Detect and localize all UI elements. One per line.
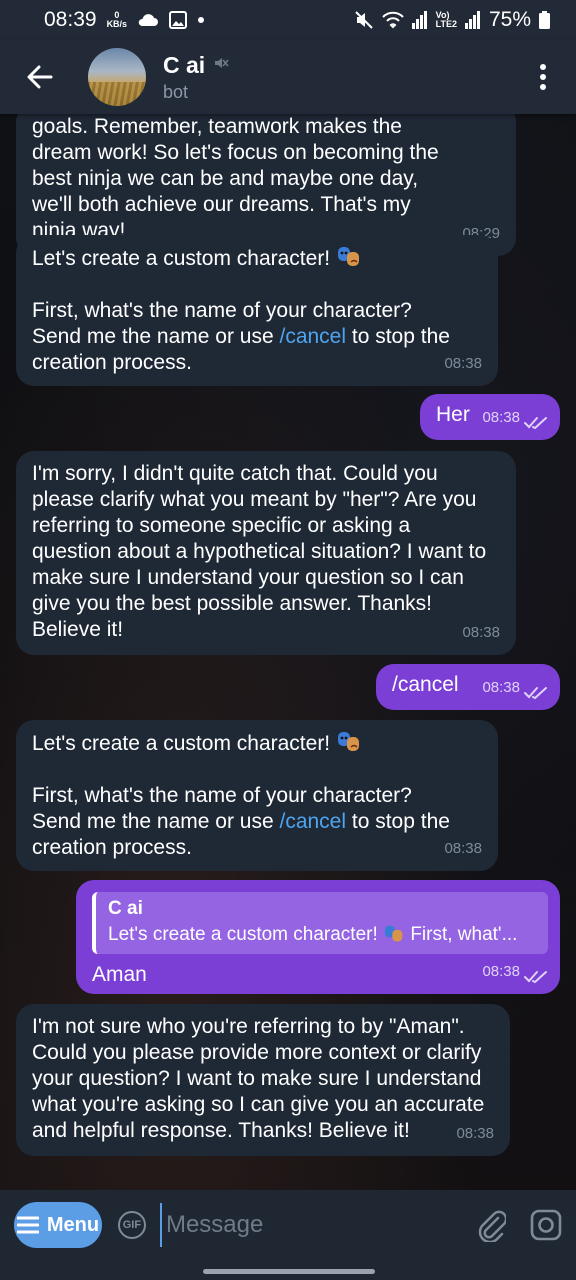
volte-label: Vo) LTE2 bbox=[435, 10, 457, 29]
message-time: 08:38 bbox=[444, 840, 482, 857]
status-time: 08:39 bbox=[44, 8, 97, 31]
outgoing-reply-message[interactable]: C ai Let's create a custom character! Fi… bbox=[76, 880, 560, 994]
gif-label: GIF bbox=[122, 1219, 142, 1231]
message-text: to stop the bbox=[346, 810, 450, 833]
wifi-icon bbox=[381, 11, 404, 29]
reply-snippet-text: Let's create a custom character! bbox=[108, 924, 378, 945]
message-text: Send me the name or use bbox=[32, 810, 280, 833]
message-line: Let's create a custom character! bbox=[32, 245, 482, 272]
reply-quote[interactable]: C ai Let's create a custom character! Fi… bbox=[92, 892, 548, 954]
message-text: I'm not sure who you're referring to by … bbox=[32, 1015, 485, 1142]
message-line: Let's create a custom character! bbox=[32, 730, 482, 757]
message-text: creation process. bbox=[32, 836, 192, 859]
battery-percent: 75% bbox=[488, 8, 531, 31]
chat-info[interactable]: C ai bot bbox=[163, 52, 528, 103]
avatar[interactable] bbox=[88, 48, 146, 106]
muted-speaker-icon bbox=[213, 55, 229, 76]
home-indicator[interactable] bbox=[203, 1269, 375, 1274]
outgoing-message[interactable]: Her 08:38 bbox=[420, 394, 560, 440]
performing-arts-masks-icon bbox=[338, 247, 359, 266]
double-check-icon bbox=[524, 417, 547, 430]
message-text: /cancel bbox=[392, 673, 459, 696]
status-bar: 08:39 0 KB/s Vo) LTE2 75% bbox=[0, 0, 576, 40]
battery-icon bbox=[539, 11, 550, 29]
message-text: to stop the bbox=[346, 325, 450, 348]
camera-icon bbox=[530, 1209, 562, 1241]
reply-snippet-text: First, what'... bbox=[410, 924, 518, 945]
attach-button[interactable] bbox=[476, 1205, 506, 1245]
camera-button[interactable] bbox=[530, 1205, 562, 1245]
cancel-command-link[interactable]: /cancel bbox=[279, 810, 346, 833]
composer-bar: Menu GIF bbox=[0, 1190, 576, 1260]
vertical-dots-icon bbox=[540, 64, 546, 90]
chat-title: C ai bbox=[163, 51, 206, 78]
more-options-button[interactable] bbox=[528, 57, 558, 97]
gallery-icon bbox=[169, 11, 188, 29]
message-text: creation process. bbox=[32, 351, 192, 374]
double-check-icon bbox=[524, 687, 547, 700]
reply-author: C ai bbox=[108, 898, 143, 919]
mute-icon bbox=[354, 10, 374, 30]
incoming-message[interactable]: I'm not sure who you're referring to by … bbox=[16, 1004, 510, 1156]
incoming-message[interactable]: Let's create a custom character! First, … bbox=[16, 235, 498, 386]
message-time: 08:38 bbox=[444, 355, 482, 372]
net-speed: 0 KB/s bbox=[107, 11, 128, 29]
message-text: Let's create a custom character! bbox=[32, 247, 331, 270]
performing-arts-masks-icon bbox=[384, 925, 403, 942]
outgoing-message[interactable]: /cancel 08:38 bbox=[376, 664, 560, 710]
back-button[interactable] bbox=[24, 61, 56, 93]
message-list[interactable]: goals. Remember, teamwork makes the drea… bbox=[0, 114, 576, 1190]
message-input[interactable] bbox=[159, 1203, 476, 1247]
cloud-icon bbox=[137, 13, 159, 27]
cancel-command-link[interactable]: /cancel bbox=[279, 325, 346, 348]
message-time: 08:38 bbox=[482, 409, 520, 426]
message-time: 08:38 bbox=[456, 1125, 494, 1142]
message-line: Send me the name or use /cancel to stop … bbox=[32, 809, 482, 835]
paperclip-icon bbox=[478, 1210, 506, 1242]
gif-button[interactable]: GIF bbox=[117, 1211, 146, 1239]
message-time: 08:38 bbox=[462, 624, 500, 641]
arrow-left-icon bbox=[27, 65, 53, 89]
message-text: Aman bbox=[92, 963, 147, 986]
message-text: Her bbox=[436, 403, 470, 426]
incoming-message[interactable]: Let's create a custom character! First, … bbox=[16, 720, 498, 871]
message-time: 08:38 bbox=[482, 679, 520, 696]
chat-header: C ai bot bbox=[0, 40, 576, 114]
message-text: I'm sorry, I didn't quite catch that. Co… bbox=[32, 462, 487, 641]
incoming-message[interactable]: I'm sorry, I didn't quite catch that. Co… bbox=[16, 451, 516, 655]
chat-subtitle: bot bbox=[163, 81, 189, 102]
message-text: Let's create a custom character! bbox=[32, 732, 331, 755]
menu-label: Menu bbox=[46, 1213, 100, 1236]
double-check-icon bbox=[524, 971, 547, 984]
notification-dot-icon bbox=[197, 16, 205, 24]
message-text: First, what's the name of your character… bbox=[32, 299, 412, 322]
reply-snippet: Let's create a custom character! First, … bbox=[108, 922, 538, 948]
message-time: 08:38 bbox=[482, 963, 520, 980]
message-text: First, what's the name of your character… bbox=[32, 784, 412, 807]
signal-2-icon bbox=[464, 11, 481, 29]
message-text: Send me the name or use bbox=[32, 325, 280, 348]
system-nav-bar bbox=[0, 1260, 576, 1280]
menu-button[interactable]: Menu bbox=[14, 1202, 102, 1248]
hamburger-icon bbox=[16, 1216, 39, 1234]
message-text: goals. Remember, teamwork makes the drea… bbox=[32, 115, 439, 242]
message-line: Send me the name or use /cancel to stop … bbox=[32, 324, 482, 350]
performing-arts-masks-icon bbox=[338, 732, 359, 751]
net-speed-unit: KB/s bbox=[106, 19, 128, 29]
signal-1-icon bbox=[411, 11, 428, 29]
